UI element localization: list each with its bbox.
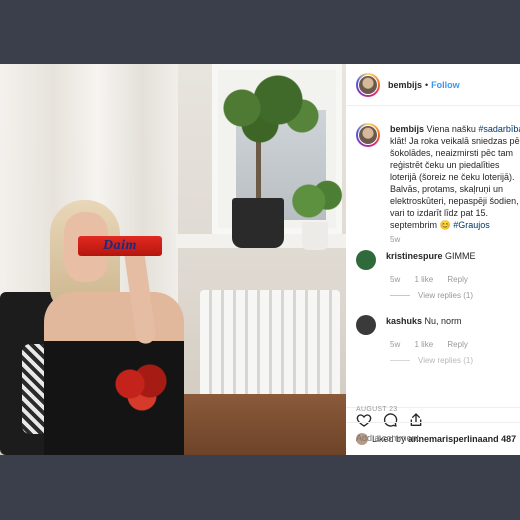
post-modal: Daim bembijs • Follow bembijs Viena našk… [0,64,520,455]
comment-age[interactable]: 5w [390,340,400,349]
photo-plant-leaves [206,68,326,148]
comment-meta: 5w 1 like Reply [390,275,480,284]
view-replies-link[interactable]: View replies (1) [390,356,473,365]
candy-label: Daim [103,238,137,253]
comment-item: kashuks Nu, norm [356,315,520,335]
post-date: AUGUST 23 [356,406,398,413]
comment-likes[interactable]: 1 like [414,340,433,349]
photo-plant-pot [232,198,284,248]
view-replies-link[interactable]: View replies (1) [390,291,473,300]
add-comment-input[interactable] [356,433,516,443]
separator-dot: • [425,79,429,90]
comment-age[interactable]: 5w [390,275,400,284]
caption-meta: 5w [390,235,412,244]
comments-list[interactable]: bembijs Viena našku #sadarbība klāt! Ja … [346,107,520,407]
caption-body-start: Viena našku [426,124,479,134]
comment-username[interactable]: kashuks [386,316,422,326]
caption-avatar[interactable] [356,123,380,147]
comment-text: kristinespure GIMME [386,250,520,270]
caption-username[interactable]: bembijs [390,124,424,134]
commenter-avatar[interactable] [356,250,376,270]
caption-text: bembijs Viena našku #sadarbība klāt! Ja … [390,123,520,231]
comment-likes[interactable]: 1 like [414,275,433,284]
comment-username[interactable]: kristinespure [386,251,443,261]
caption-age[interactable]: 5w [390,235,400,244]
post-side-panel: bembijs • Follow bembijs Viena našku #sa… [346,64,520,455]
hashtag-sadarbiba[interactable]: #sadarbība [478,124,520,134]
comment-item: kristinespure GIMME [356,250,520,270]
view-replies-label: View replies (1) [418,291,473,300]
caption: bembijs Viena našku #sadarbība klāt! Ja … [356,123,520,231]
photo-candy-bar: Daim [78,236,162,256]
caption-body-end: klāt! Ja roka veikalā sniedzas pēc šokol… [390,136,520,230]
add-comment-bar [346,422,520,455]
photo-radiator [200,290,340,400]
photo-candy-bag [98,354,178,414]
author-avatar[interactable] [356,72,380,97]
post-header: bembijs • Follow [346,64,520,106]
comment-text: kashuks Nu, norm [386,315,520,335]
photo-small-plant-pot [302,222,328,250]
photo-floor [170,394,346,455]
hashtag-graujos[interactable]: #Graujos [453,220,490,230]
view-replies-label: View replies (1) [418,356,473,365]
author-username[interactable]: bembijs [388,80,422,90]
post-photo[interactable]: Daim [0,64,346,455]
comment-body: Nu, norm [424,316,462,326]
comment-meta: 5w 1 like Reply [390,340,480,349]
commenter-avatar[interactable] [356,315,376,335]
reply-button[interactable]: Reply [447,340,467,349]
comment-body: GIMME [445,251,476,261]
follow-button[interactable]: Follow [431,80,460,90]
reply-button[interactable]: Reply [447,275,467,284]
